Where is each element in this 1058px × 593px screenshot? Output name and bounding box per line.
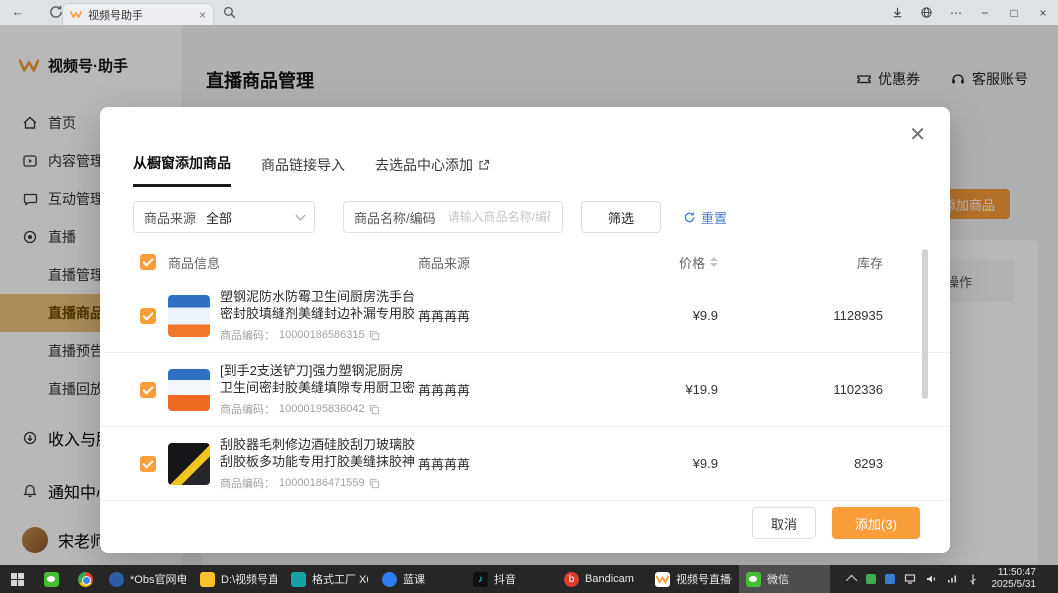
name-search-input[interactable] bbox=[446, 209, 552, 225]
maximize-button[interactable]: □ bbox=[1007, 6, 1021, 20]
sort-icon[interactable] bbox=[710, 257, 718, 267]
product-title: 塑钢泥防水防霉卫生间厨房洗手台密封胶填缝剂美缝封边补漏专用胶150ml... bbox=[220, 288, 416, 322]
back-icon[interactable]: ← bbox=[10, 4, 26, 20]
chrome-icon[interactable] bbox=[68, 565, 102, 593]
browser-tab[interactable]: 视频号助手 × bbox=[62, 3, 214, 25]
source-select[interactable]: 商品来源 全部 bbox=[133, 201, 315, 233]
column-price[interactable]: 价格 bbox=[588, 253, 718, 272]
copy-icon[interactable] bbox=[369, 404, 380, 415]
product-thumbnail bbox=[168, 295, 210, 337]
external-link-icon bbox=[478, 159, 490, 171]
reset-icon bbox=[683, 211, 696, 224]
confirm-add-button[interactable]: 添加(3) bbox=[832, 507, 920, 539]
table-row: 塑钢泥防水防霉卫生间厨房洗手台密封胶填缝剂美缝封边补漏专用胶150ml... 商… bbox=[100, 279, 950, 353]
tray-volume-icon[interactable] bbox=[925, 573, 937, 585]
product-code: 商品编码：10000186586315 bbox=[220, 327, 416, 343]
copy-icon[interactable] bbox=[369, 330, 380, 341]
product-code: 商品编码：10000195836042 bbox=[220, 401, 416, 417]
taskbar-app-folder[interactable]: D:\视频号直播... bbox=[193, 565, 284, 593]
filter-button[interactable]: 筛选 bbox=[581, 201, 661, 233]
taskbar-app-douyin[interactable]: ♪ 抖音 bbox=[466, 565, 557, 593]
taskbar-app-bandicam[interactable]: b Bandicam bbox=[557, 565, 648, 593]
table-row: 刮胶器毛刺修边酒硅胶刮刀玻璃胶刮胶板多功能专用打胶美缝抹胶神器 商品编码：100… bbox=[100, 427, 950, 501]
format-factory-icon bbox=[291, 572, 306, 587]
row-checkbox[interactable] bbox=[140, 456, 156, 472]
taskbar-app-formatfactory[interactable]: 格式工厂 X64 ... bbox=[284, 565, 375, 593]
product-title: [到手2支送铲刀]强力塑钢泥厨房卫生间密封胶美缝填隙专用厨卫密封胶150M... bbox=[220, 362, 416, 396]
obs-page-icon bbox=[109, 572, 124, 587]
tab-link-import[interactable]: 商品链接导入 bbox=[261, 153, 345, 187]
select-all-checkbox[interactable] bbox=[140, 254, 156, 270]
tray-network-icon[interactable] bbox=[946, 573, 958, 585]
cancel-button[interactable]: 取消 bbox=[752, 507, 816, 539]
app-page: 视频号·助手 首页 内容管理 互动管理 直播 直播管理 直 bbox=[0, 25, 1058, 565]
taskbar-app-live-companion[interactable]: 视频号直播伴侣 bbox=[648, 565, 739, 593]
table-header: 商品信息 商品来源 价格 库存 bbox=[100, 245, 950, 279]
product-price: ¥19.9 bbox=[588, 382, 718, 397]
product-price: ¥9.9 bbox=[588, 456, 718, 471]
chevron-down-icon bbox=[296, 211, 306, 221]
close-button[interactable]: × bbox=[1036, 6, 1050, 20]
column-stock: 库存 bbox=[718, 253, 883, 272]
channels-companion-icon bbox=[655, 572, 670, 587]
product-title: 刮胶器毛刺修边酒硅胶刮刀玻璃胶刮胶板多功能专用打胶美缝抹胶神器 bbox=[220, 436, 416, 470]
product-price: ¥9.9 bbox=[588, 308, 718, 323]
reset-button[interactable]: 重置 bbox=[683, 208, 727, 227]
tray-expand-icon[interactable] bbox=[845, 575, 856, 586]
modal-close-icon[interactable]: ✕ bbox=[909, 125, 926, 145]
windows-taskbar: *Obs官网电脑... D:\视频号直播... 格式工厂 X64 ... 蓝课 … bbox=[0, 565, 1058, 593]
tray-usb-icon[interactable] bbox=[967, 573, 979, 585]
globe-icon[interactable] bbox=[920, 6, 934, 19]
lanke-icon bbox=[382, 572, 397, 587]
product-stock: 1128935 bbox=[718, 308, 883, 323]
taskbar-app-lanke[interactable]: 蓝课 bbox=[375, 565, 466, 593]
name-search-box: 商品名称/编码 bbox=[343, 201, 563, 233]
douyin-icon: ♪ bbox=[473, 572, 488, 587]
tab-close-icon[interactable]: × bbox=[199, 8, 206, 22]
search-icon[interactable] bbox=[222, 5, 237, 20]
taskbar-app-wechat[interactable]: 微信 bbox=[739, 565, 830, 593]
product-source: 苒苒苒苒 bbox=[418, 306, 588, 325]
tray-blue-icon[interactable] bbox=[885, 574, 895, 584]
copy-icon[interactable] bbox=[369, 478, 380, 489]
tab-title: 视频号助手 bbox=[88, 7, 193, 23]
wechat-pinned-icon[interactable] bbox=[34, 565, 68, 593]
product-source: 苒苒苒苒 bbox=[418, 454, 588, 473]
column-source: 商品来源 bbox=[418, 253, 588, 272]
wechat-icon bbox=[746, 572, 761, 587]
product-thumbnail bbox=[168, 443, 210, 485]
product-source: 苒苒苒苒 bbox=[418, 380, 588, 399]
product-code: 商品编码：10000186471559 bbox=[220, 475, 416, 491]
row-checkbox[interactable] bbox=[140, 308, 156, 324]
table-row: [到手2支送铲刀]强力塑钢泥厨房卫生间密封胶美缝填隙专用厨卫密封胶150M...… bbox=[100, 353, 950, 427]
browser-titlebar: ← 视频号助手 × ⋯ − □ × bbox=[0, 0, 1058, 25]
system-tray[interactable] bbox=[866, 573, 979, 585]
tray-display-icon[interactable] bbox=[904, 573, 916, 585]
product-stock: 8293 bbox=[718, 456, 883, 471]
product-thumbnail bbox=[168, 369, 210, 411]
tab-selection-center[interactable]: 去选品中心添加 bbox=[375, 153, 490, 187]
start-button[interactable] bbox=[0, 565, 34, 593]
add-goods-modal: ✕ 从橱窗添加商品 商品链接导入 去选品中心添加 商品来源 全部 商品名称/编码 bbox=[100, 107, 950, 553]
scrollbar[interactable] bbox=[922, 249, 928, 399]
column-info: 商品信息 bbox=[168, 253, 418, 272]
product-stock: 1102336 bbox=[718, 382, 883, 397]
row-checkbox[interactable] bbox=[140, 382, 156, 398]
taskbar-clock[interactable]: 11:50:47 2025/5/31 bbox=[988, 567, 1043, 591]
folder-icon bbox=[200, 572, 215, 587]
download-icon[interactable] bbox=[891, 6, 905, 19]
tab-from-showcase[interactable]: 从橱窗添加商品 bbox=[133, 153, 231, 187]
filter-bar: 商品来源 全部 商品名称/编码 筛选 重置 bbox=[133, 201, 917, 233]
bandicam-icon: b bbox=[564, 572, 579, 587]
taskbar-app-obs[interactable]: *Obs官网电脑... bbox=[102, 565, 193, 593]
menu-more-icon[interactable]: ⋯ bbox=[949, 6, 963, 20]
tray-green-icon[interactable] bbox=[866, 574, 876, 584]
modal-tabs: 从橱窗添加商品 商品链接导入 去选品中心添加 bbox=[100, 107, 950, 187]
minimize-button[interactable]: − bbox=[978, 6, 992, 20]
channels-favicon bbox=[70, 9, 82, 20]
